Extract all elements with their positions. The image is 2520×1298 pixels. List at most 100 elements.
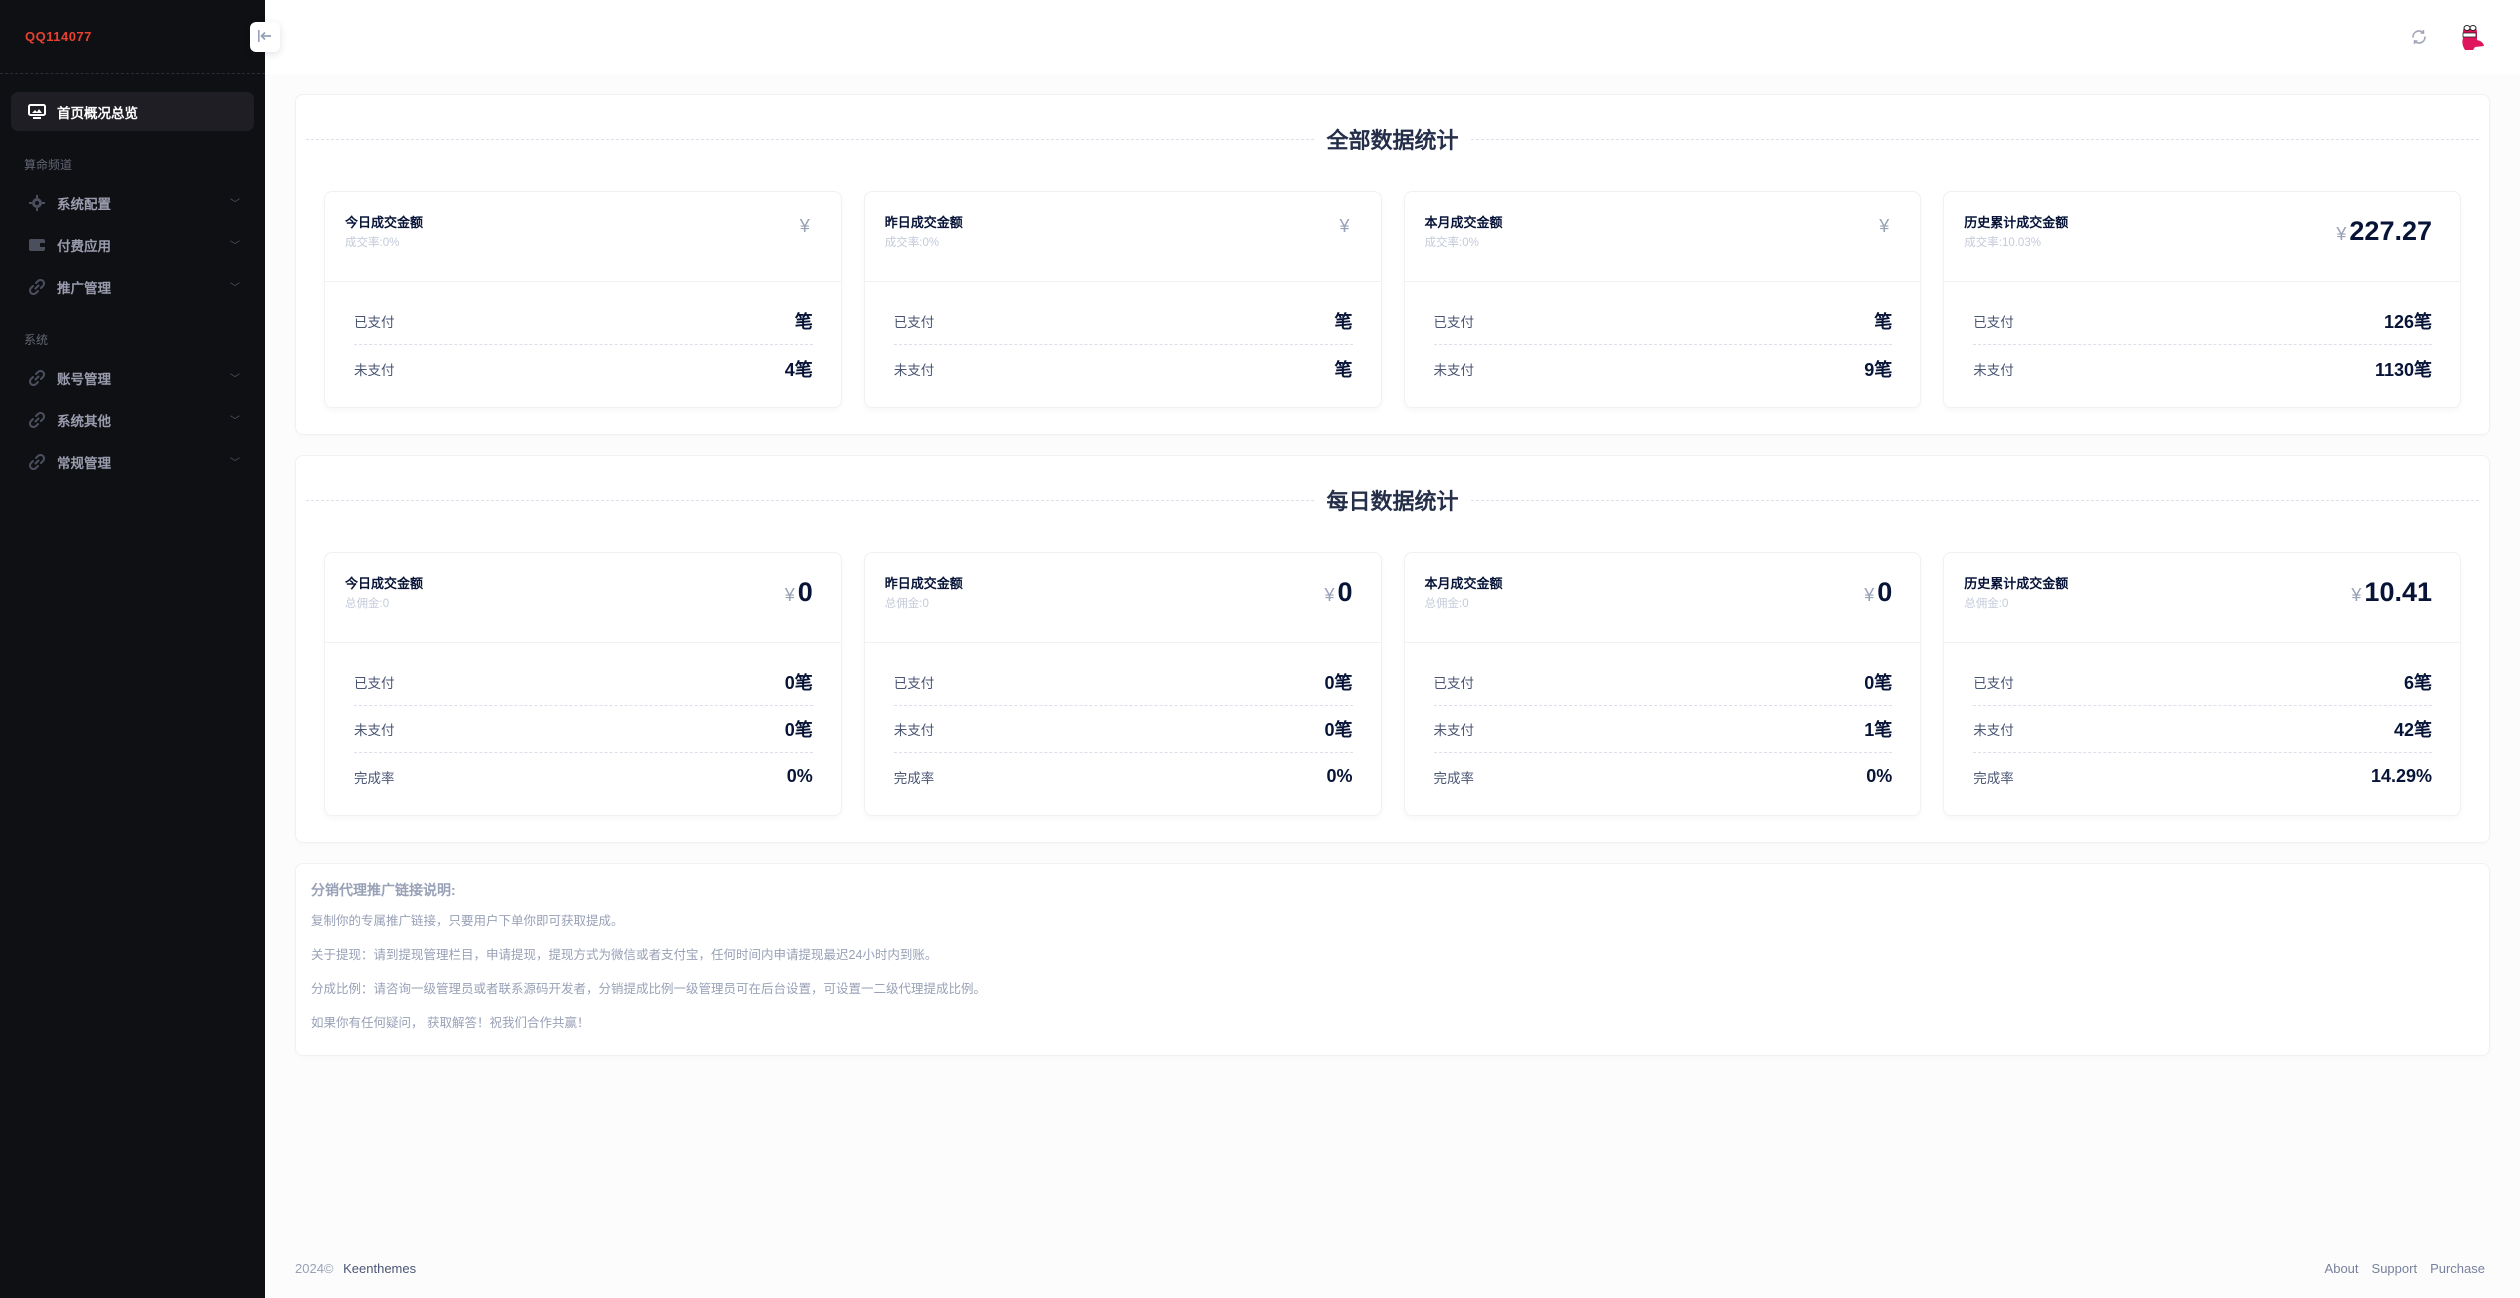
stat-value: 0%: [1326, 766, 1353, 786]
sidebar-item-dashboard[interactable]: 首页概况总览: [11, 92, 254, 131]
stat-cards: 今日成交金额 总佣金:0 ¥ 0 已支付 0笔 未支付 0笔 完成率 0% 昨日…: [296, 536, 2489, 842]
top-header: [265, 0, 2520, 74]
wallet-icon: [28, 236, 46, 254]
stat-label: 未支付: [1433, 723, 1475, 738]
stat-label: 已支付: [354, 315, 395, 330]
card-title: 今日成交金额: [345, 215, 424, 230]
footer-link-about[interactable]: About: [2325, 1261, 2359, 1276]
stat-label: 未支付: [1973, 723, 2014, 738]
sidebar-toggle-button[interactable]: [250, 22, 280, 52]
sidebar-item-system-config[interactable]: 系统配置 ﹀: [11, 183, 254, 222]
sidebar-item-accounts[interactable]: 账号管理 ﹀: [11, 358, 254, 397]
chevron-down-icon: ﹀: [230, 374, 240, 385]
stat-value: 14.29%: [2370, 766, 2432, 786]
stat-value: 笔: [1334, 312, 1353, 332]
stat-label: 已支付: [893, 315, 935, 330]
sidebar-item-general[interactable]: 常规管理 ﹀: [11, 442, 254, 481]
currency-symbol: ¥: [1879, 216, 1890, 236]
card-header: 本月成交金额 总佣金:0 ¥ 0: [1404, 553, 1921, 643]
sidebar-item-system-other[interactable]: 系统其他 ﹀: [11, 400, 254, 439]
notes-line: 分成比例：请咨询一级管理员或者联系源码开发者，分销提成比例一级管理员可在后台设置…: [311, 982, 987, 996]
chevron-down-icon: ﹀: [230, 458, 240, 469]
sidebar-item-paid-apps[interactable]: 付费应用 ﹀: [11, 225, 254, 264]
footer-copyright: 2024© Keenthemes: [295, 1261, 416, 1276]
stat-row: 未支付 0笔: [893, 706, 1353, 753]
card-body: 已支付 笔 未支付 9笔: [1405, 282, 1921, 407]
stat-row: 已支付 笔: [893, 298, 1353, 345]
sidebar-logo[interactable]: QQ114077: [0, 0, 265, 74]
stat-label: 未支付: [354, 362, 395, 378]
card-header: 历史累计成交金额 总佣金:0 ¥ 10.41: [1944, 553, 2460, 643]
card-body: 已支付 笔 未支付 4笔: [325, 282, 841, 407]
footer-link-support[interactable]: Support: [2372, 1261, 2418, 1276]
chevron-down-icon: ﹀: [230, 199, 240, 210]
brand-name: QQ114077: [25, 29, 92, 44]
card-title: 本月成交金额: [1424, 576, 1503, 591]
stat-row: 未支付 42笔: [1973, 706, 2432, 753]
stat-row: 已支付 0笔: [354, 659, 813, 706]
monitor-icon: [28, 103, 46, 121]
sidebar-item-promotion[interactable]: 推广管理 ﹀: [11, 267, 254, 306]
amount-value: 0: [1337, 577, 1353, 607]
card-subtitle: 总佣金:0: [345, 598, 390, 610]
notes-line: 如果你有任何疑问， 获取解答！祝我们合作共赢！: [311, 1016, 590, 1030]
header-actions: [2408, 22, 2486, 52]
stat-row: 已支付 126笔: [1973, 298, 2432, 345]
gear-icon: [28, 194, 46, 212]
sidebar-item-label: 推广管理: [57, 280, 111, 296]
amount-value: 10.41: [2364, 577, 2432, 607]
card-amount: ¥ 10.41: [2351, 577, 2432, 608]
card-subtitle: 成交率:0%: [1424, 237, 1479, 249]
stat-card-history: 历史累计成交金额 成交率:10.03% ¥ 227.27 已支付 126笔 未支付…: [1943, 191, 2461, 408]
sidebar-item-label: 付费应用: [57, 238, 111, 254]
stat-card-yesterday: 昨日成交金额 成交率:0% ¥ 已支付笔 未支付笔: [863, 191, 1382, 408]
currency-symbol: ¥: [799, 216, 810, 236]
notes-title: 分销代理推广链接说明:: [311, 882, 456, 898]
amount-value: 227.27: [2349, 216, 2432, 246]
card-title: 历史累计成交金额: [1964, 215, 2069, 230]
stat-row: 未支付 1笔: [1433, 706, 1893, 753]
stat-value: 0笔: [784, 720, 813, 740]
stat-value: 4笔: [784, 359, 813, 380]
stat-label: 已支付: [1433, 315, 1475, 330]
daily-stats-panel: 每日数据统计 今日成交金额 总佣金:0 ¥ 0 已支付 0笔 未支付 0笔 完成…: [295, 455, 2490, 843]
chevron-down-icon: ﹀: [230, 283, 240, 294]
amount-value: 0: [797, 577, 813, 607]
stat-row: 已支付 笔: [354, 298, 813, 345]
stat-value: 126笔: [2383, 312, 2432, 332]
card-title: 昨日成交金额: [884, 576, 963, 591]
card-body: 已支付笔 未支付笔: [865, 282, 1381, 407]
card-subtitle: 成交率:10.03%: [1964, 237, 2041, 249]
stat-row: 未支付 0笔: [354, 706, 813, 753]
footer-link-purchase[interactable]: Purchase: [2430, 1261, 2485, 1276]
sidebar-menu: 首页概况总览 算命频道 系统配置 ﹀ 付费应用 ﹀ 推广管理 ﹀ 系统 账号管理…: [0, 74, 265, 481]
card-amount: ¥: [1339, 216, 1352, 237]
stat-value: 笔: [1334, 359, 1353, 380]
stat-value: 笔: [794, 312, 813, 332]
stat-value: 0笔: [784, 673, 813, 693]
link-icon: [28, 369, 46, 387]
stat-row: 完成率 0%: [354, 753, 813, 800]
notes-line: 复制你的专属推广链接，只要用户下单你即可获取提成。: [311, 914, 624, 928]
stat-card-today: 今日成交金额 成交率:0% ¥ 已支付 笔 未支付 4笔: [324, 191, 842, 408]
stat-value: 0笔: [1864, 673, 1893, 693]
promotion-notes-panel: 分销代理推广链接说明: 复制你的专属推广链接，只要用户下单你即可获取提成。 关于…: [295, 863, 2490, 1056]
stat-label: 未支付: [354, 723, 395, 738]
card-subtitle: 总佣金:0: [1964, 598, 2009, 610]
amount-value: 0: [1877, 577, 1893, 607]
stat-label: 未支付: [893, 723, 935, 738]
card-amount: ¥ 0: [785, 577, 813, 608]
refresh-icon[interactable]: [2408, 26, 2430, 48]
stat-value: 笔: [1874, 312, 1893, 332]
footer-brand-link[interactable]: Keenthemes: [343, 1261, 416, 1276]
stat-row: 已支付 6笔: [1973, 659, 2432, 706]
card-subtitle: 总佣金:0: [884, 598, 929, 610]
notes-line: 关于提现：请到提现管理栏目，申请提现，提现方式为微信或者支付宝，任何时间内申请提…: [311, 948, 938, 962]
user-avatar[interactable]: [2456, 22, 2486, 52]
card-amount: ¥ 0: [1324, 577, 1352, 608]
stat-label: 未支付: [1973, 362, 2014, 378]
main-content: 全部数据统计 今日成交金额 成交率:0% ¥ 已支付笔 未支付 4笔 昨日成交金…: [295, 94, 2490, 1076]
card-amount: ¥ 227.27: [2336, 216, 2432, 247]
stat-label: 完成率: [893, 770, 935, 786]
card-header: 今日成交金额 总佣金:0 ¥ 0: [325, 553, 841, 643]
